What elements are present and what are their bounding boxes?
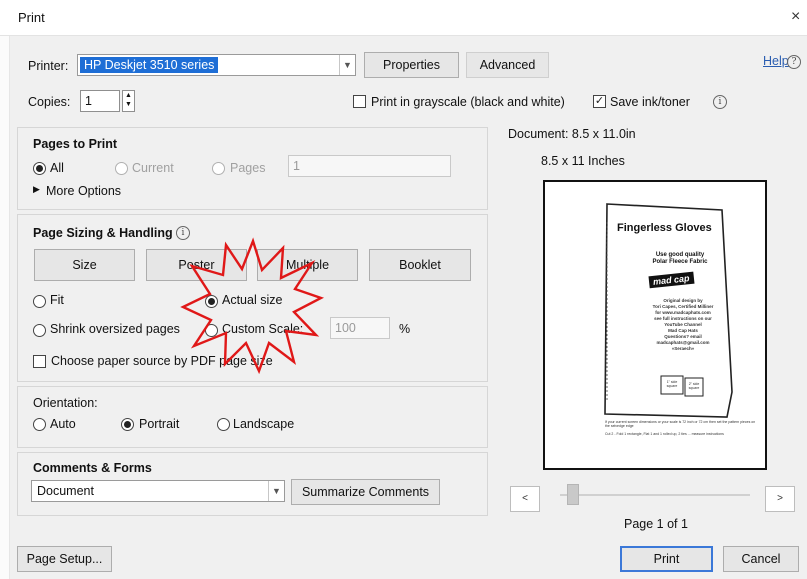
pages-to-print-title: Pages to Print [33,137,118,151]
page-sizing-title: Page Sizing & Handling [33,226,173,240]
comments-title: Comments & Forms [33,461,152,475]
document-size-label: Document: 8.5 x 11.0in [508,127,636,141]
sheet-credits: Original design by Tori Capes, Certified… [643,298,723,352]
properties-button[interactable]: Properties [364,52,459,78]
summarize-comments-button[interactable]: Summarize Comments [291,479,440,505]
printer-select[interactable]: HP Deskjet 3510 series ▼ [77,54,356,76]
chevron-down-icon[interactable]: ▼ [268,481,284,501]
portrait-label: Portrait [139,417,180,431]
cancel-button[interactable]: Cancel [723,546,799,572]
custom-scale-input[interactable]: 100 [330,317,390,339]
advanced-button[interactable]: Advanced [466,52,549,78]
pages-range-radio[interactable] [212,162,225,175]
chevron-down-icon[interactable]: ▼ [339,55,355,75]
fit-label: Fit [50,293,64,307]
credit-line: «Seraech» [671,346,695,351]
box-label: 2" side square [688,382,700,390]
shrink-radio[interactable] [33,324,46,337]
page-setup-button[interactable]: Page Setup... [17,546,112,572]
window-edge [0,36,10,579]
comments-selected-value: Document [37,484,94,498]
current-page-radio[interactable] [115,162,128,175]
shrink-label: Shrink oversized pages [50,322,180,336]
footer-line: Cut 2 - Fold 1 rectangle, Flat 1 and 1 r… [605,432,724,436]
pages-range-label: Pages [230,161,266,175]
copies-label: Copies: [28,95,71,109]
help-icon[interactable]: ? [787,55,801,69]
starburst-annotation [180,237,325,374]
copies-input[interactable]: 1 [80,90,120,112]
box-label: 1" side square [666,380,678,388]
landscape-label: Landscape [233,417,295,431]
preview-page: Fingerless Gloves Use good quality Polar… [557,192,755,458]
all-pages-label: All [50,161,64,175]
print-button[interactable]: Print [620,546,713,572]
title-bar [0,0,807,36]
prev-page-button[interactable]: < [510,486,540,512]
help-link[interactable]: Help [763,54,789,68]
landscape-radio[interactable] [217,418,230,431]
copies-stepper[interactable]: ▲ ▼ [122,90,135,112]
page-slider-track[interactable] [560,494,750,496]
next-page-button[interactable]: > [765,486,795,512]
fit-radio[interactable] [33,295,46,308]
page-counter: Page 1 of 1 [624,517,688,531]
printer-label: Printer: [28,59,69,73]
sheet-heading: Fingerless Gloves [617,222,712,234]
auto-radio[interactable] [33,418,46,431]
grayscale-checkbox[interactable] [353,95,366,108]
size-tab[interactable]: Size [34,249,135,281]
auto-label: Auto [50,417,76,431]
paper-size-label: 8.5 x 11 Inches [541,154,625,168]
comments-select[interactable]: Document ▼ [31,480,285,502]
triangle-right-icon[interactable]: ▶ [33,184,40,195]
printer-selected-value: HP Deskjet 3510 series [80,57,219,73]
paper-source-checkbox[interactable] [33,355,46,368]
save-ink-checkbox[interactable]: ✓ [593,95,606,108]
all-pages-radio[interactable] [33,162,46,175]
grayscale-label: Print in grayscale (black and white) [371,95,565,109]
booklet-tab[interactable]: Booklet [369,249,471,281]
footer-line: the selvedge edge [605,424,634,428]
percent-label: % [399,322,411,336]
pages-range-input[interactable]: 1 [288,155,451,177]
close-icon[interactable]: × [791,8,800,26]
page-slider-thumb[interactable] [567,484,579,505]
save-ink-label: Save ink/toner [610,95,690,109]
window-title: Print [18,10,45,25]
current-page-label: Current [132,161,174,175]
info-icon[interactable]: i [713,95,727,109]
more-options-toggle[interactable]: More Options [46,184,121,198]
sheet-subheading: Use good quality Polar Fleece Fabric [652,252,708,265]
portrait-radio[interactable] [121,418,134,431]
orientation-title: Orientation: [33,396,98,410]
